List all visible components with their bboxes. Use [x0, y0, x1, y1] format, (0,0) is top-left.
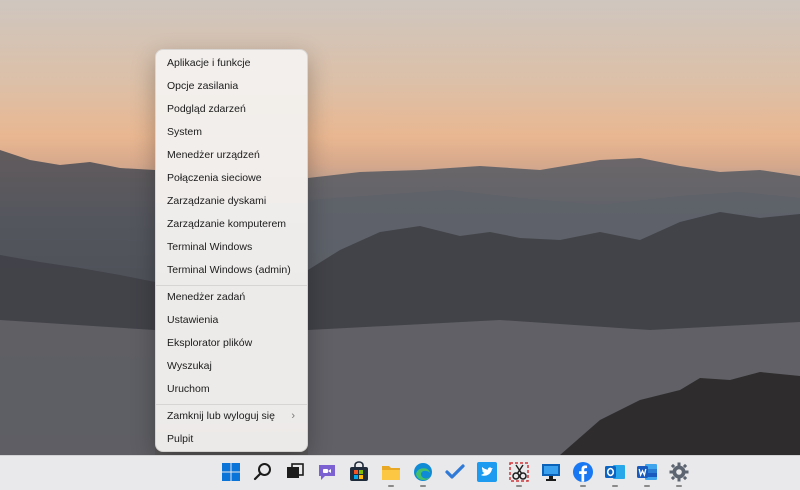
teams-chat-icon[interactable]: [316, 461, 338, 483]
menu-item-label: Uruchom: [167, 383, 210, 395]
menu-item-label: Zarządzanie dyskami: [167, 195, 267, 207]
menu-item-event-viewer[interactable]: Podgląd zdarzeń: [160, 99, 303, 121]
winx-context-menu: Aplikacje i funkcje Opcje zasilania Podg…: [155, 49, 308, 452]
menu-item-system[interactable]: System: [160, 122, 303, 144]
menu-separator: [156, 285, 307, 286]
settings-gear-icon[interactable]: [668, 461, 690, 483]
running-indicator: [516, 485, 522, 487]
menu-item-settings[interactable]: Ustawienia: [160, 310, 303, 332]
menu-item-label: Menedżer zadań: [167, 291, 246, 303]
menu-item-apps-features[interactable]: Aplikacje i funkcje: [160, 53, 303, 75]
menu-item-label: Podgląd zdarzeń: [167, 103, 246, 115]
search-icon[interactable]: [252, 461, 274, 483]
file-explorer-icon[interactable]: [380, 461, 402, 483]
menu-item-terminal[interactable]: Terminal Windows: [160, 237, 303, 259]
chevron-right-icon: ›: [291, 410, 295, 422]
menu-item-label: Zamknij lub wyloguj się: [167, 410, 275, 422]
menu-item-label: Pulpit: [167, 433, 194, 445]
menu-item-power-options[interactable]: Opcje zasilania: [160, 76, 303, 98]
desktop-wallpaper: [0, 0, 800, 455]
task-view-icon[interactable]: [284, 461, 306, 483]
menu-item-label: Wyszukaj: [167, 360, 212, 372]
twitter-icon[interactable]: [476, 461, 498, 483]
running-indicator: [676, 485, 682, 487]
menu-item-label: Terminal Windows: [167, 241, 253, 253]
running-indicator: [420, 485, 426, 487]
menu-item-label: Opcje zasilania: [167, 80, 239, 92]
menu-item-network-connections[interactable]: Połączenia sieciowe: [160, 168, 303, 190]
running-indicator: [388, 485, 394, 487]
menu-item-task-manager[interactable]: Menedżer zadań: [160, 287, 303, 309]
menu-item-label: Eksplorator plików: [167, 337, 253, 349]
taskbar: [0, 455, 800, 490]
facebook-icon[interactable]: [572, 461, 594, 483]
todo-icon[interactable]: [444, 461, 466, 483]
menu-item-search[interactable]: Wyszukaj: [160, 356, 303, 378]
windows-start-icon[interactable]: [220, 461, 242, 483]
menu-item-label: Menedżer urządzeń: [167, 149, 260, 161]
menu-item-terminal-admin[interactable]: Terminal Windows (admin): [160, 260, 303, 282]
menu-item-shutdown-signout[interactable]: Zamknij lub wyloguj się ›: [160, 406, 303, 428]
snipping-tool-icon[interactable]: [508, 461, 530, 483]
menu-item-computer-management[interactable]: Zarządzanie komputerem: [160, 214, 303, 236]
microsoft-store-icon[interactable]: [348, 461, 370, 483]
mountain-landscape: [0, 150, 800, 455]
outlook-icon[interactable]: [604, 461, 626, 483]
remote-desktop-icon[interactable]: [540, 461, 562, 483]
menu-item-file-explorer[interactable]: Eksplorator plików: [160, 333, 303, 355]
menu-item-desktop[interactable]: Pulpit: [160, 429, 303, 451]
word-icon[interactable]: [636, 461, 658, 483]
menu-item-device-manager[interactable]: Menedżer urządzeń: [160, 145, 303, 167]
menu-separator: [156, 404, 307, 405]
menu-item-disk-management[interactable]: Zarządzanie dyskami: [160, 191, 303, 213]
menu-item-label: Ustawienia: [167, 314, 219, 326]
running-indicator: [644, 485, 650, 487]
menu-item-label: Aplikacje i funkcje: [167, 57, 251, 69]
menu-item-label: Zarządzanie komputerem: [167, 218, 287, 230]
running-indicator: [612, 485, 618, 487]
edge-icon[interactable]: [412, 461, 434, 483]
menu-item-label: System: [167, 126, 203, 138]
running-indicator: [580, 485, 586, 487]
menu-item-label: Terminal Windows (admin): [167, 264, 291, 276]
menu-item-label: Połączenia sieciowe: [167, 172, 262, 184]
menu-item-run[interactable]: Uruchom: [160, 379, 303, 401]
